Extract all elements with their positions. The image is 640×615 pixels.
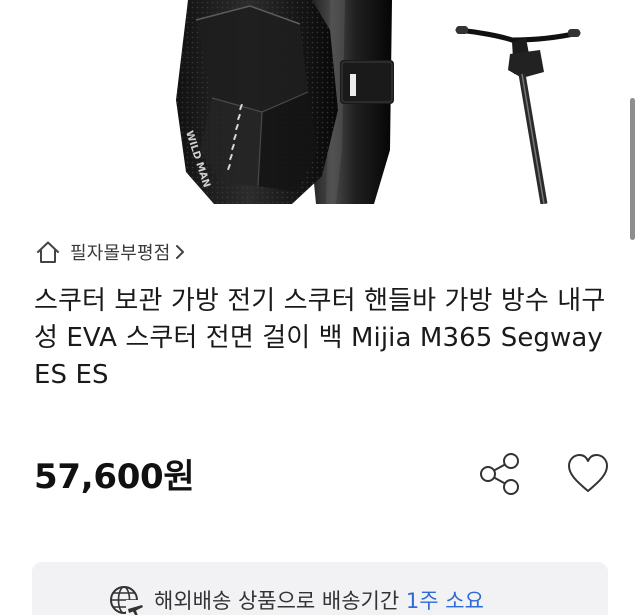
wishlist-button[interactable] [564,450,612,498]
store-link[interactable]: 필자몰부평점 [34,237,187,267]
store-name[interactable]: 필자몰부평점 [70,239,171,265]
home-icon [34,238,62,266]
product-detail-page: WILD MAN 필자몰부평점 스쿠터 보관 가방 전기 스쿠터 핸들바 가방 … [0,0,640,615]
product-price: 57,600원 [34,457,195,497]
globe-airplane-icon [108,582,144,615]
share-button[interactable] [476,450,524,498]
chevron-right-icon [173,243,187,261]
product-image: WILD MAN [176,0,581,204]
product-title: 스쿠터 보관 가방 전기 스쿠터 핸들바 가방 방수 내구성 EVA 스쿠터 전… [34,286,606,390]
scooter-thumbnail [455,26,581,204]
shipping-notice-banner: 해외배송 상품으로 배송기간 1주 소요 [32,562,608,615]
share-icon [476,453,524,501]
shipping-notice-text: 해외배송 상품으로 배송기간 [154,589,400,613]
scrollbar[interactable] [630,98,635,240]
heart-icon [564,454,612,501]
product-image-gallery[interactable]: WILD MAN [0,0,640,204]
shipping-duration: 1주 소요 [405,589,484,613]
